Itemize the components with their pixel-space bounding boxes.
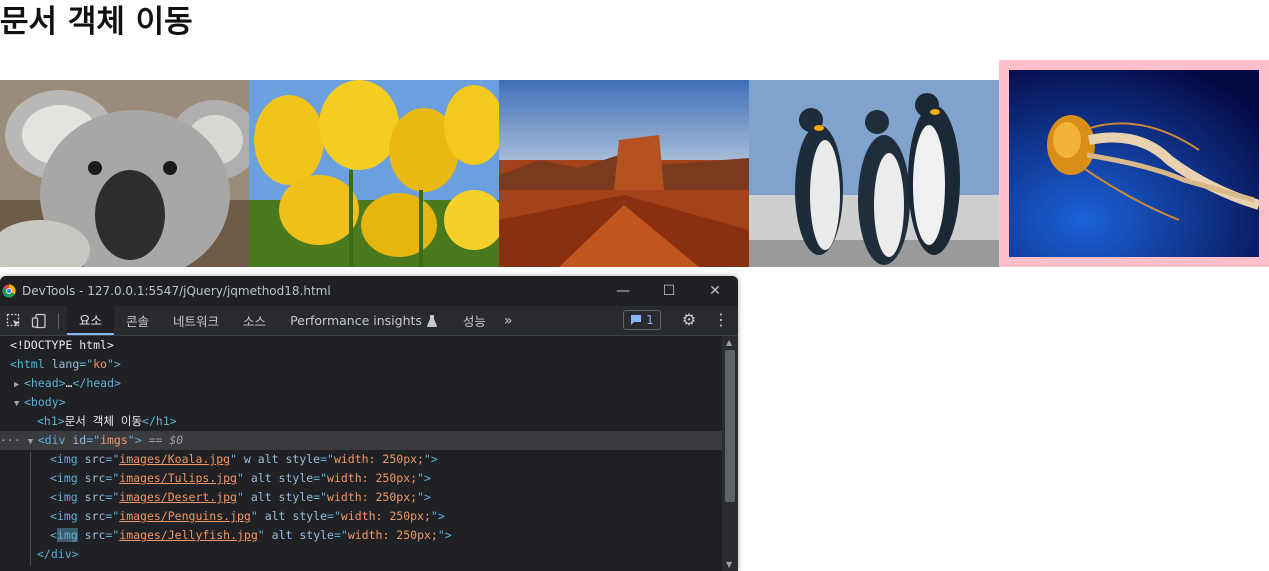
tulips-image[interactable] <box>249 80 499 267</box>
elements-scrollbar[interactable]: ▲ ▼ <box>722 336 738 571</box>
inspect-element-icon[interactable] <box>3 310 25 332</box>
message-icon <box>631 315 642 325</box>
settings-gear-icon[interactable]: ⚙ <box>679 310 699 330</box>
html-lang-value: ko <box>93 357 107 371</box>
devtools-title: DevTools - 127.0.0.1:5547/jQuery/jqmetho… <box>22 284 331 298</box>
tree-line-div-close[interactable]: </div> <box>0 545 722 564</box>
tab-performance-insights-label: Performance insights <box>290 313 422 328</box>
img-src-link[interactable]: images/Desert.jpg <box>119 490 237 504</box>
img-attrs: alt <box>257 509 293 523</box>
tree-line-img[interactable]: <img src="images/Koala.jpg" w alt style=… <box>0 450 722 469</box>
page-title: 문서 객체 이동 <box>0 4 193 40</box>
toolbar-divider <box>58 312 59 329</box>
more-tabs-button[interactable]: » <box>498 306 519 335</box>
img-style-value: width: 250px; <box>327 490 418 504</box>
tab-performance-insights[interactable]: Performance insights <box>278 306 449 335</box>
selected-node-marker: == $0 <box>148 433 184 447</box>
close-button[interactable]: ✕ <box>692 276 738 306</box>
img-attrs: alt <box>243 471 279 485</box>
img-style-value: width: 250px; <box>327 471 418 485</box>
experiment-flask-icon <box>426 314 437 327</box>
tab-elements[interactable]: 요소 <box>67 306 115 335</box>
div-id-value: imgs <box>100 433 128 447</box>
elements-tree: <!DOCTYPE html> <html lang="ko"> ▶ <head>… <box>0 336 722 571</box>
desert-image[interactable] <box>499 80 749 267</box>
img-style-value: width: 250px; <box>333 452 424 466</box>
img-src-link[interactable]: images/Penguins.jpg <box>119 509 251 523</box>
tree-line-body[interactable]: ▼ <body> <box>0 393 722 412</box>
tab-performance[interactable]: 성능 <box>449 306 498 335</box>
img-attrs: alt <box>264 528 300 542</box>
tree-line-doctype[interactable]: <!DOCTYPE html> <box>0 336 722 355</box>
tree-line-div-selected[interactable]: ··· ▼ <div id="imgs"> == $0 <box>0 431 722 450</box>
tree-indent-guide <box>30 452 31 566</box>
issues-count: 1 <box>646 313 654 327</box>
tab-console[interactable]: 콘솔 <box>114 306 161 335</box>
img-attrs: alt <box>243 490 279 504</box>
koala-image[interactable] <box>0 80 250 267</box>
doctype-text: <!DOCTYPE html> <box>10 338 114 352</box>
tab-sources[interactable]: 소스 <box>231 306 278 335</box>
img-attrs: w alt <box>237 452 286 466</box>
tree-line-img[interactable]: <img src="images/Desert.jpg" alt style="… <box>0 488 722 507</box>
tree-line-html[interactable]: <html lang="ko"> <box>0 355 722 374</box>
tree-line-head[interactable]: ▶ <head>…</head> <box>0 374 722 393</box>
jellyfish-image[interactable] <box>999 60 1269 267</box>
devtools-titlebar[interactable]: DevTools - 127.0.0.1:5547/jQuery/jqmetho… <box>0 276 738 306</box>
tree-line-img-hover[interactable]: <img src="images/Jellyfish.jpg" alt styl… <box>0 526 722 545</box>
device-toggle-icon[interactable] <box>28 310 50 332</box>
img-style-value: width: 250px; <box>340 509 431 523</box>
maximize-button[interactable]: ☐ <box>646 276 692 306</box>
minimize-button[interactable]: — <box>600 276 646 306</box>
scroll-up-arrow-icon[interactable]: ▲ <box>726 338 732 347</box>
image-strip <box>0 60 1269 267</box>
scroll-down-arrow-icon[interactable]: ▼ <box>726 560 732 569</box>
devtools-toolbar: 요소 콘솔 네트워크 소스 Performance insights 성능 » … <box>0 306 738 336</box>
scrollbar-thumb[interactable] <box>725 350 735 502</box>
tree-line-h1[interactable]: <h1>문서 객체 이동</h1> <box>0 412 722 431</box>
h1-text: 문서 객체 이동 <box>64 414 143 428</box>
img-src-link[interactable]: images/Tulips.jpg <box>119 471 237 485</box>
img-src-link[interactable]: images/Jellyfish.jpg <box>119 528 257 542</box>
penguins-image[interactable] <box>749 80 999 267</box>
devtools-window: DevTools - 127.0.0.1:5547/jQuery/jqmetho… <box>0 276 738 571</box>
tab-network[interactable]: 네트워크 <box>161 306 231 335</box>
issues-badge[interactable]: 1 <box>623 310 661 330</box>
img-src-link[interactable]: images/Koala.jpg <box>119 452 230 466</box>
tree-line-img[interactable]: <img src="images/Tulips.jpg" alt style="… <box>0 469 722 488</box>
tree-line-img[interactable]: <img src="images/Penguins.jpg" alt style… <box>0 507 722 526</box>
more-options-icon[interactable]: ⋮ <box>711 310 731 330</box>
img-style-value: width: 250px; <box>347 528 438 542</box>
chrome-logo-icon <box>2 284 16 298</box>
